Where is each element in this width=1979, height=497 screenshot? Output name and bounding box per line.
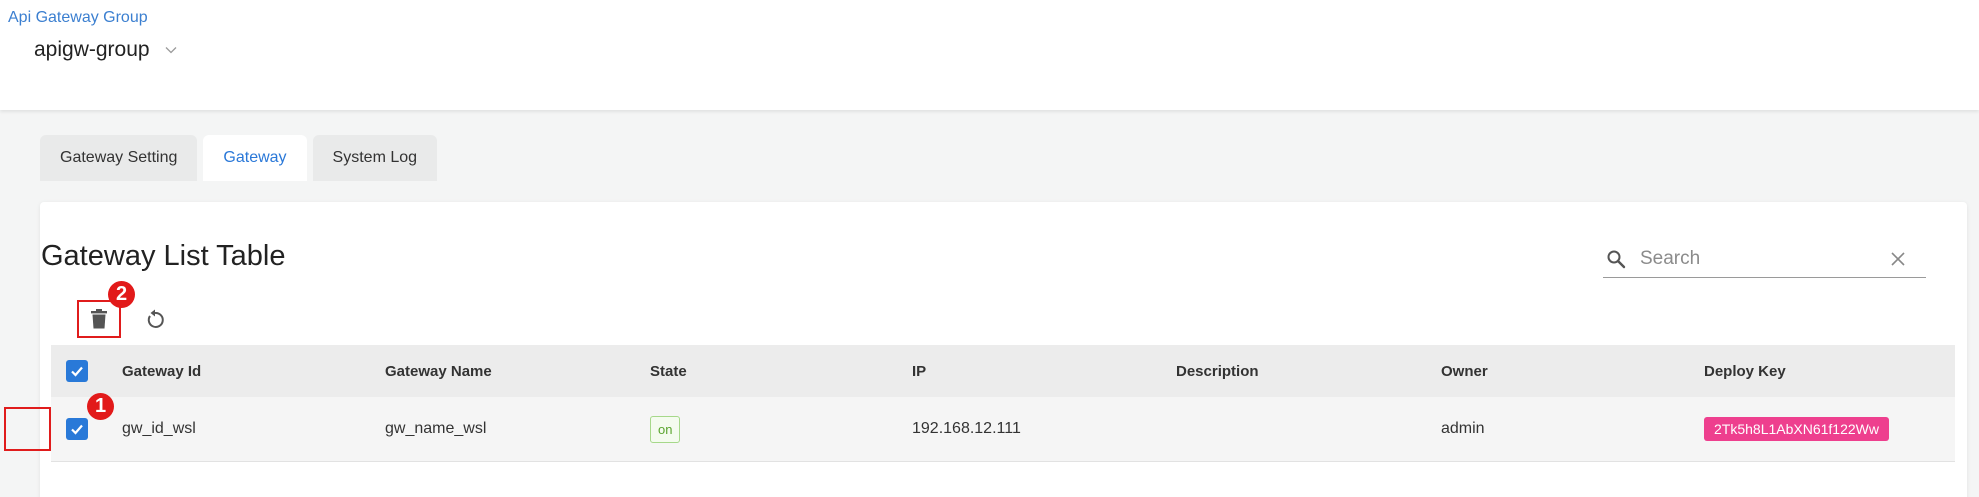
column-header-description[interactable]: Description — [1176, 363, 1259, 380]
chevron-down-icon — [165, 47, 177, 54]
search-input[interactable] — [1640, 247, 1880, 270]
column-header-gateway-id[interactable]: Gateway Id — [122, 363, 201, 380]
refresh-icon — [147, 309, 164, 328]
tab-system-log[interactable]: System Log — [312, 135, 438, 181]
checkmark-icon — [71, 424, 83, 435]
row-checkbox[interactable] — [66, 418, 88, 440]
column-header-gateway-name[interactable]: Gateway Name — [385, 363, 492, 380]
clear-icon[interactable] — [1890, 251, 1906, 267]
table-row[interactable]: gw_id_wsl gw_name_wsl on 192.168.12.111 … — [51, 397, 1955, 462]
search-field — [1603, 240, 1926, 278]
ip-cell: 192.168.12.111 — [912, 420, 1021, 437]
table-header: Gateway Id Gateway Name State IP Descrip… — [51, 345, 1955, 397]
breadcrumb-link[interactable]: Api Gateway Group — [8, 9, 148, 27]
tab-gateway-setting[interactable]: Gateway Setting — [40, 135, 198, 181]
row-checkbox-highlight — [4, 407, 51, 451]
tab-gateway[interactable]: Gateway — [203, 135, 307, 181]
search-icon — [1607, 250, 1626, 268]
group-select[interactable]: apigw-group — [34, 38, 178, 62]
delete-icon — [91, 309, 107, 329]
tab-bar: Gateway Setting Gateway System Log — [40, 135, 438, 181]
gateway-id-cell: gw_id_wsl — [122, 420, 196, 437]
gateway-name-cell: gw_name_wsl — [385, 420, 487, 437]
column-header-owner[interactable]: Owner — [1441, 363, 1488, 380]
refresh-button[interactable] — [133, 301, 177, 339]
card-title: Gateway List Table — [41, 240, 286, 272]
top-bar: Api Gateway Group apigw-group — [0, 0, 1979, 110]
owner-cell: admin — [1441, 420, 1485, 437]
checkmark-icon — [71, 366, 83, 377]
select-all-checkbox[interactable] — [66, 360, 88, 382]
state-cell: on — [650, 415, 681, 443]
group-select-value: apigw-group — [34, 38, 150, 61]
gateway-table: Gateway Id Gateway Name State IP Descrip… — [51, 345, 1955, 462]
annotation-badge-2: 2 — [108, 281, 135, 308]
column-header-deploy-key[interactable]: Deploy Key — [1704, 363, 1786, 380]
column-header-ip[interactable]: IP — [912, 363, 926, 380]
state-tag: on — [650, 415, 681, 443]
column-header-state[interactable]: State — [650, 363, 687, 380]
deploy-key-tag[interactable]: 2Tk5h8L1AbXN61f122Ww — [1704, 417, 1889, 441]
annotation-badge-1: 1 — [87, 393, 114, 420]
deploy-key-cell: 2Tk5h8L1AbXN61f122Ww — [1704, 417, 1889, 441]
